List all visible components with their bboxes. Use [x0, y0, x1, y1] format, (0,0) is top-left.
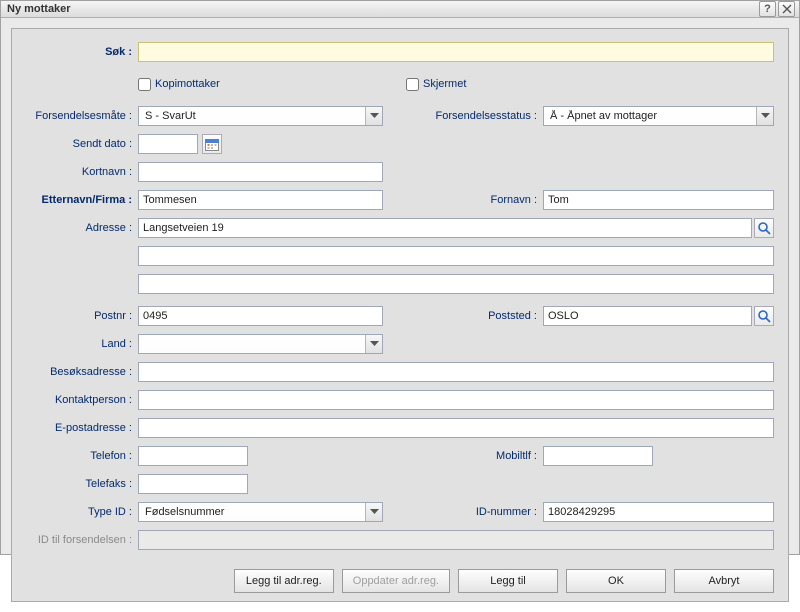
forsendelsesmate-select[interactable]: S - SvarUt: [138, 106, 383, 126]
poststed-lookup-button[interactable]: [754, 306, 774, 326]
date-picker-button[interactable]: [202, 134, 222, 154]
id-til-forsendelsen-input: [138, 530, 774, 550]
label-besoksadresse: Besøksadresse :: [26, 366, 138, 378]
skjermet-label: Skjermet: [423, 78, 466, 90]
forsendelsesstatus-select[interactable]: Å - Åpnet av mottager: [543, 106, 774, 126]
titlebar: Ny mottaker ?: [1, 1, 799, 18]
forsendelsesstatus-value: Å - Åpnet av mottager: [548, 110, 756, 122]
label-mobiltlf: Mobiltlf :: [383, 450, 543, 462]
chevron-down-icon: [365, 503, 382, 521]
kopimottaker-label: Kopimottaker: [155, 78, 220, 90]
chevron-down-icon: [365, 335, 382, 353]
skjermet-checkbox[interactable]: Skjermet: [406, 78, 466, 91]
kopimottaker-input[interactable]: [138, 78, 151, 91]
etternavn-firma-input[interactable]: [138, 190, 383, 210]
poststed-input[interactable]: [543, 306, 752, 326]
dialog-window: Ny mottaker ? Søk : Kopimottaker: [0, 0, 800, 555]
calendar-icon: [205, 138, 219, 151]
button-bar: Legg til adr.reg. Oppdater adr.reg. Legg…: [234, 569, 774, 593]
search-icon: [758, 222, 771, 235]
adresse3-input[interactable]: [138, 274, 774, 294]
label-land: Land :: [26, 338, 138, 350]
label-telefon: Telefon :: [26, 450, 138, 462]
telefaks-input[interactable]: [138, 474, 248, 494]
close-button[interactable]: [778, 1, 795, 17]
label-id-til-forsendelsen: ID til forsendelsen :: [26, 534, 138, 546]
label-telefaks: Telefaks :: [26, 478, 138, 490]
adresse2-input[interactable]: [138, 246, 774, 266]
legg-til-button[interactable]: Legg til: [458, 569, 558, 593]
chevron-down-icon: [756, 107, 773, 125]
kortnavn-input[interactable]: [138, 162, 383, 182]
label-search: Søk :: [26, 46, 138, 58]
help-icon: ?: [764, 3, 771, 15]
label-sendt-dato: Sendt dato :: [26, 138, 138, 150]
label-poststed: Poststed :: [383, 310, 543, 322]
kontaktperson-input[interactable]: [138, 390, 774, 410]
label-epostadresse: E-postadresse :: [26, 422, 138, 434]
legg-til-adrreg-button[interactable]: Legg til adr.reg.: [234, 569, 334, 593]
besoksadresse-input[interactable]: [138, 362, 774, 382]
label-adresse: Adresse :: [26, 222, 138, 234]
label-postnr: Postnr :: [26, 310, 138, 322]
search-icon: [758, 310, 771, 323]
form-panel: Søk : Kopimottaker Skjermet Forsendelses…: [11, 28, 789, 602]
help-button[interactable]: ?: [759, 1, 776, 17]
label-kontaktperson: Kontaktperson :: [26, 394, 138, 406]
label-id-nummer: ID-nummer :: [383, 506, 543, 518]
label-type-id: Type ID :: [26, 506, 138, 518]
search-input[interactable]: [138, 42, 774, 62]
type-id-value: Fødselsnummer: [143, 506, 365, 518]
label-forsendelsesmate: Forsendelsesmåte :: [26, 110, 138, 122]
label-fornavn: Fornavn :: [383, 194, 543, 206]
ok-button[interactable]: OK: [566, 569, 666, 593]
close-icon: [782, 4, 792, 14]
dialog-body: Søk : Kopimottaker Skjermet Forsendelses…: [1, 18, 799, 612]
label-forsendelsesstatus: Forsendelsesstatus :: [383, 110, 543, 122]
type-id-select[interactable]: Fødselsnummer: [138, 502, 383, 522]
chevron-down-icon: [365, 107, 382, 125]
fornavn-input[interactable]: [543, 190, 774, 210]
adresse-lookup-button[interactable]: [754, 218, 774, 238]
telefon-input[interactable]: [138, 446, 248, 466]
sendt-dato-input[interactable]: [138, 134, 198, 154]
forsendelsesmate-value: S - SvarUt: [143, 110, 365, 122]
avbryt-button[interactable]: Avbryt: [674, 569, 774, 593]
kopimottaker-checkbox[interactable]: Kopimottaker: [138, 78, 383, 91]
label-etternavn-firma: Etternavn/Firma :: [26, 194, 138, 206]
skjermet-input[interactable]: [406, 78, 419, 91]
dialog-title: Ny mottaker: [7, 3, 757, 15]
adresse1-input[interactable]: [138, 218, 752, 238]
id-nummer-input[interactable]: [543, 502, 774, 522]
epostadresse-input[interactable]: [138, 418, 774, 438]
postnr-input[interactable]: [138, 306, 383, 326]
mobiltlf-input[interactable]: [543, 446, 653, 466]
land-select[interactable]: [138, 334, 383, 354]
label-kortnavn: Kortnavn :: [26, 166, 138, 178]
oppdater-adrreg-button: Oppdater adr.reg.: [342, 569, 450, 593]
